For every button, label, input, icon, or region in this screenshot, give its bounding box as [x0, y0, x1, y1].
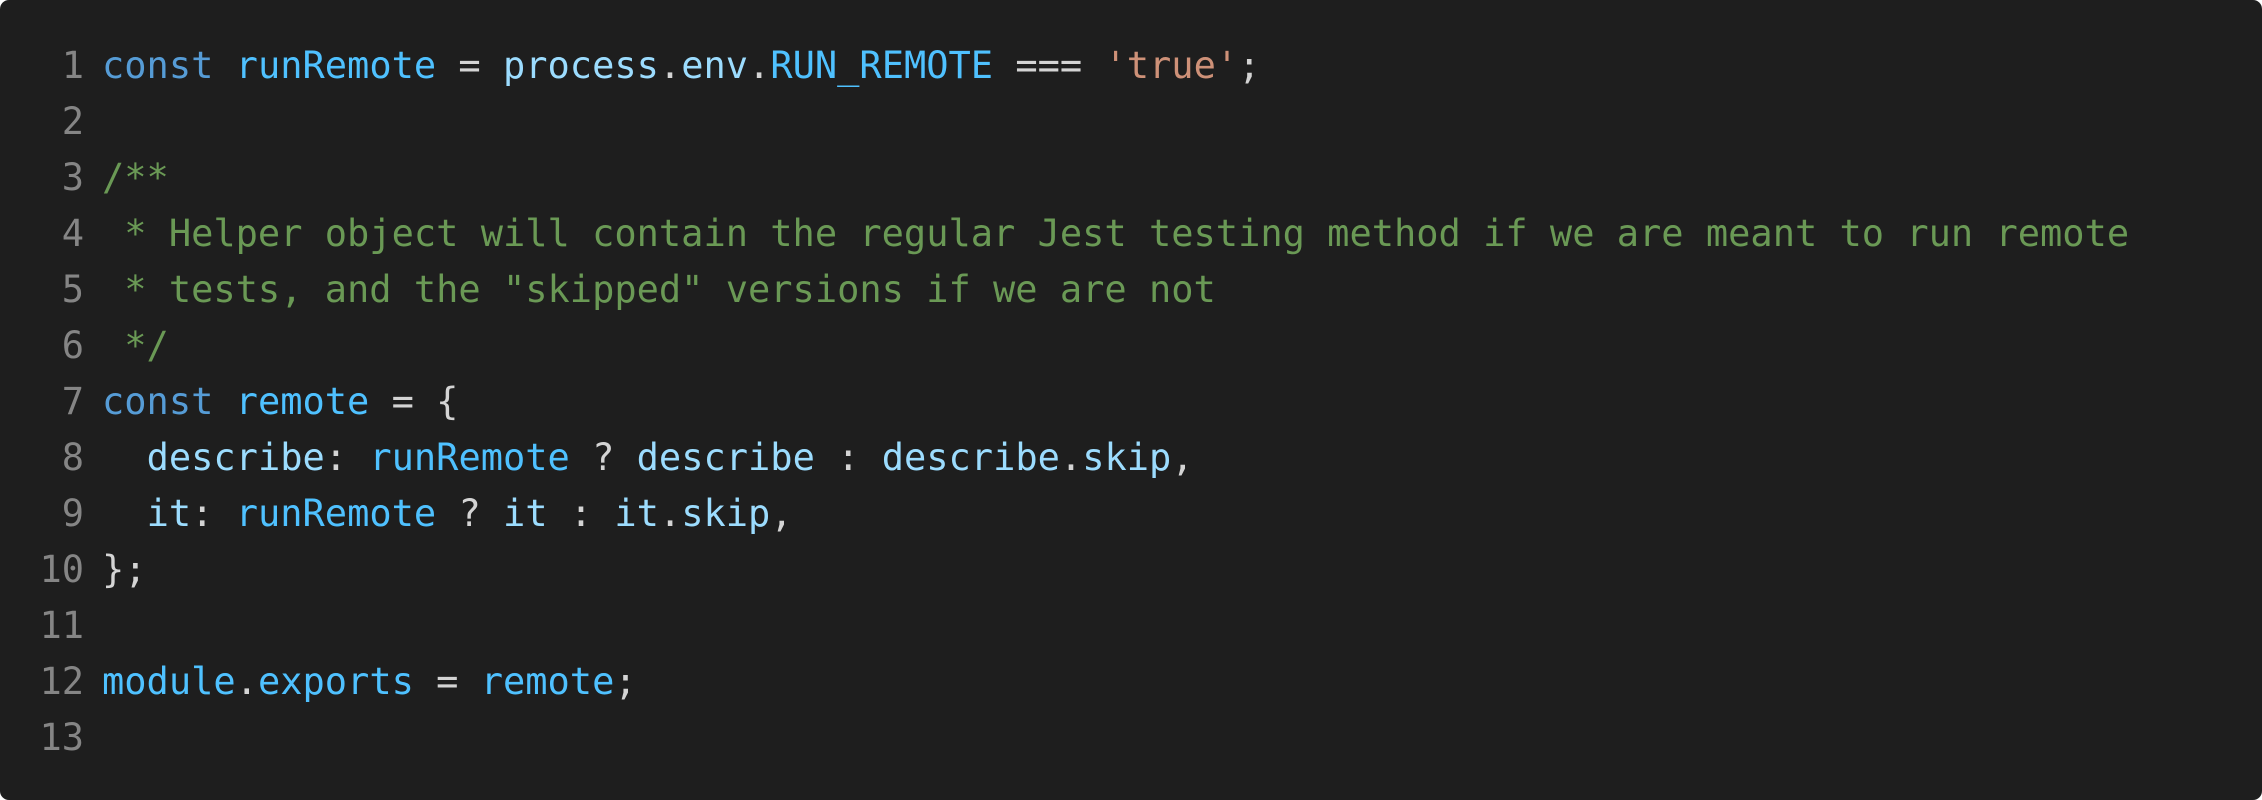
code-line[interactable]: 9 it: runRemote ? it : it.skip,	[0, 486, 2262, 542]
code-token: runRemote	[369, 436, 570, 479]
code-token: it	[503, 492, 548, 535]
line-number: 11	[39, 604, 84, 647]
line-number: 6	[61, 324, 84, 367]
code-token: remote	[480, 660, 615, 703]
code-line[interactable]: 1 const runRemote = process.env.RUN_REMOT…	[0, 38, 2262, 94]
code-token: };	[102, 548, 147, 591]
code-token: :	[814, 436, 882, 479]
code-token: */	[102, 324, 169, 367]
code-token: * Helper object will contain the regular…	[102, 212, 2130, 255]
code-token: describe	[146, 436, 325, 479]
code-token: .	[748, 44, 771, 87]
code-token: ?	[569, 436, 637, 479]
code-token: =	[436, 44, 503, 87]
code-token: .	[1059, 436, 1083, 479]
line-number: 10	[39, 548, 84, 591]
line-code: module.exports = remote;	[102, 654, 637, 710]
code-token: const	[102, 44, 214, 87]
code-token: =	[413, 660, 481, 703]
code-token: .	[235, 660, 258, 703]
code-token: ?	[436, 492, 503, 535]
line-code: describe: runRemote ? describe : describ…	[102, 430, 1194, 486]
line-code: const runRemote = process.env.RUN_REMOTE…	[102, 38, 1260, 94]
code-line[interactable]: 10};	[0, 542, 2262, 598]
code-token: ;	[614, 660, 637, 703]
code-token: .	[658, 492, 682, 535]
code-token: const	[102, 380, 214, 423]
code-token: ,	[770, 492, 793, 535]
line-number: 9	[61, 492, 84, 535]
code-token: it	[146, 492, 192, 535]
code-token: env	[681, 44, 749, 87]
code-token: :	[547, 492, 615, 535]
code-line[interactable]: 3 /**	[0, 150, 2262, 206]
code-token: runRemote	[235, 492, 437, 535]
code-line[interactable]: 6 */	[0, 318, 2262, 374]
code-token: module	[102, 660, 236, 703]
code-token: = {	[369, 380, 459, 423]
line-number: 1	[61, 44, 84, 87]
line-number: 12	[39, 660, 84, 703]
code-line[interactable]: 13	[0, 710, 2262, 766]
code-token: skip	[681, 492, 771, 535]
code-line[interactable]: 5 * tests, and the "skipped" versions if…	[0, 262, 2262, 318]
code-token: ;	[1238, 44, 1261, 87]
line-number: 3	[61, 156, 84, 199]
line-code: * tests, and the "skipped" versions if w…	[102, 262, 1216, 318]
code-editor[interactable]: 1 const runRemote = process.env.RUN_REMOT…	[0, 0, 2262, 800]
code-token: it	[614, 492, 659, 535]
code-token: :	[324, 436, 370, 479]
code-line[interactable]: 8 describe: runRemote ? describe : descr…	[0, 430, 2262, 486]
code-token: runRemote	[235, 44, 437, 87]
line-code: it: runRemote ? it : it.skip,	[102, 486, 793, 542]
code-line[interactable]: 7 const remote = {	[0, 374, 2262, 430]
code-token: describe	[636, 436, 815, 479]
line-number: 13	[39, 716, 84, 759]
line-code: };	[102, 542, 147, 598]
code-token: ,	[1171, 436, 1194, 479]
line-code: const remote = {	[102, 374, 458, 430]
code-line[interactable]: 2	[0, 94, 2262, 150]
line-number: 7	[61, 380, 84, 423]
code-token: /**	[102, 156, 169, 199]
code-token: exports	[257, 660, 414, 703]
code-token: ===	[993, 44, 1105, 87]
code-token: .	[658, 44, 682, 87]
line-number: 8	[61, 436, 84, 479]
code-token: skip	[1082, 436, 1172, 479]
line-number: 2	[61, 100, 84, 143]
line-number: 5	[61, 268, 84, 311]
code-line[interactable]: 4 * Helper object will contain the regul…	[0, 206, 2262, 262]
code-token: RUN_REMOTE	[770, 44, 994, 87]
code-token: process	[502, 44, 659, 87]
code-token: remote	[235, 380, 370, 423]
line-code: /**	[102, 150, 169, 206]
code-line[interactable]: 11	[0, 598, 2262, 654]
line-code: * Helper object will contain the regular…	[102, 206, 2129, 262]
code-line[interactable]: 12 module.exports = remote;	[0, 654, 2262, 710]
line-code: */	[102, 318, 169, 374]
code-token: describe	[881, 436, 1060, 479]
code-token: * tests, and the "skipped" versions if w…	[102, 268, 1216, 311]
line-number: 4	[61, 212, 84, 255]
code-token: :	[191, 492, 236, 535]
code-token: 'true'	[1104, 44, 1239, 87]
